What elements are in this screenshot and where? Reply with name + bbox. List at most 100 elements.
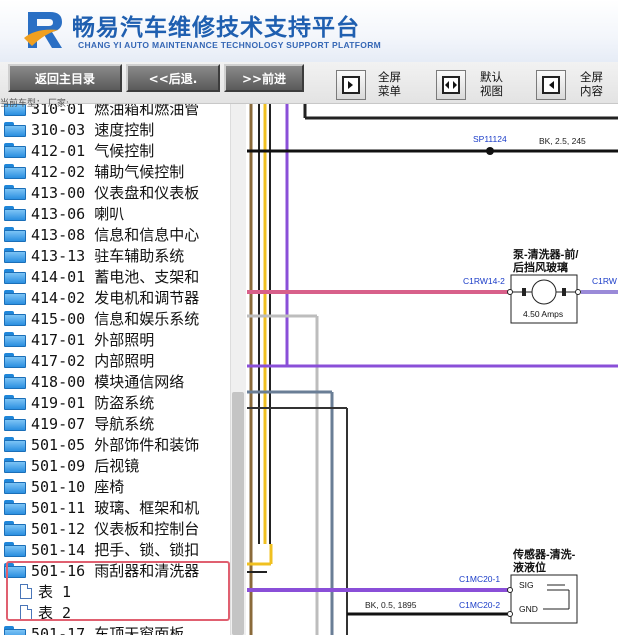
- folder-icon: [4, 626, 26, 635]
- tree-item[interactable]: 417-02 内部照明: [4, 350, 154, 371]
- sensor-title-line2: 液液位: [513, 560, 546, 574]
- folder-icon: [4, 416, 26, 431]
- sensor-sig-label: SIG: [519, 580, 534, 590]
- folder-icon: [4, 500, 26, 515]
- folder-icon: [4, 227, 26, 242]
- folder-icon: [4, 164, 26, 179]
- header-banner: 畅易汽车维修技术支持平台 CHANG YI AUTO MAINTENANCE T…: [0, 0, 618, 62]
- folder-icon: [4, 206, 26, 221]
- folder-icon: [4, 374, 26, 389]
- tree-item-label: 418-00 模块通信网络: [31, 373, 185, 391]
- folder-icon: [4, 458, 26, 473]
- folder-icon: [4, 563, 26, 578]
- tree-item-label: 501-11 玻璃、框架和机: [31, 499, 200, 517]
- sensor-connector-bottom: C1MC20-2: [459, 600, 500, 610]
- tree-item-label: 501-16 雨刮器和清洗器: [31, 562, 200, 580]
- tree-item-label: 501-10 座椅: [31, 478, 125, 496]
- folder-icon: [4, 248, 26, 263]
- fullscreen-content-button[interactable]: [536, 70, 566, 100]
- fullscreen-menu-label[interactable]: 全屏 菜单: [378, 70, 401, 98]
- tree-item[interactable]: 418-00 模块通信网络: [4, 371, 184, 392]
- tree-item[interactable]: 414-01 蓄电池、支架和: [4, 266, 199, 287]
- tree-item[interactable]: 413-00 仪表盘和仪表板: [4, 182, 199, 203]
- default-view-label[interactable]: 默认 视图: [480, 70, 503, 98]
- tree-item[interactable]: 419-01 防盗系统: [4, 392, 154, 413]
- tree-item[interactable]: 417-01 外部照明: [4, 329, 154, 350]
- sensor-title-line1: 传感器-清洗-: [512, 547, 576, 561]
- folder-icon: [4, 521, 26, 536]
- logo-icon: [24, 12, 62, 48]
- tree-item-label: 412-01 气候控制: [31, 142, 155, 160]
- sidebar-tree: 310-01 燃油箱和燃油管 310-03 速度控制 412-01 气候控制 412-…: [0, 104, 246, 635]
- tree-item[interactable]: 310-03 速度控制: [4, 119, 154, 140]
- pump-title-line1: 泵-清洗器-前/: [513, 247, 578, 261]
- splice-label: SP11124: [473, 134, 507, 144]
- back-button[interactable]: <<后退.: [126, 64, 220, 92]
- pump-title-line2: 后挡风玻璃: [513, 260, 568, 274]
- sensor-gnd-label: GND: [519, 604, 538, 614]
- tree-item[interactable]: 501-14 把手、锁、锁扣: [4, 539, 199, 560]
- folder-icon: [4, 269, 26, 284]
- tree-child-label: 表 2: [38, 603, 72, 622]
- wiring-diagram: SP11124 BK, 2.5, 245 泵-清洗器-前/ 后挡风玻璃 4.50…: [247, 104, 618, 635]
- default-view-icon: [442, 76, 460, 94]
- folder-icon: [4, 353, 26, 368]
- pump-connector-right: C1RW: [592, 276, 617, 286]
- folder-icon: [4, 185, 26, 200]
- folder-icon: [4, 479, 26, 494]
- tree-item-label: 413-08 信息和信息中心: [31, 226, 200, 244]
- brand-title: 畅易汽车维修技术支持平台: [72, 15, 360, 41]
- tree-item[interactable]: 501-09 后视镜: [4, 455, 139, 476]
- fullscreen-menu-icon: [342, 76, 360, 94]
- tree-item-label: 417-01 外部照明: [31, 331, 155, 349]
- default-view-button[interactable]: [436, 70, 466, 100]
- toolbar: 返回主目录 <<后退. >>前进 全屏 菜单 默认 视图 全屏 内容: [0, 62, 618, 104]
- brand-subtitle: CHANG YI AUTO MAINTENANCE TECHNOLOGY SUP…: [78, 40, 382, 50]
- tree-item[interactable]: 501-12 仪表板和控制台: [4, 518, 199, 539]
- top-wire-spec: BK, 2.5, 245: [539, 136, 586, 146]
- folder-icon: [4, 143, 26, 158]
- fullscreen-content-icon: [542, 76, 560, 94]
- tree-item[interactable]: 501-11 玻璃、框架和机: [4, 497, 199, 518]
- tree-child-item[interactable]: 表 1: [20, 581, 71, 601]
- tree-item[interactable]: 501-17 车顶天窗面板: [4, 623, 184, 635]
- tree-item[interactable]: 413-06 喇叭: [4, 203, 124, 224]
- sidebar-scroll-thumb[interactable]: [232, 392, 244, 635]
- forward-button[interactable]: >>前进: [224, 64, 304, 92]
- tree-item-label: 412-02 辅助气候控制: [31, 163, 185, 181]
- folder-icon: [4, 395, 26, 410]
- sensor-connector-top: C1MC20-1: [459, 574, 500, 584]
- bottom-wire-spec: BK, 0.5, 1895: [365, 600, 417, 610]
- tree-item-label: 419-01 防盗系统: [31, 394, 155, 412]
- tree-item[interactable]: 412-02 辅助气候控制: [4, 161, 184, 182]
- fullscreen-content-label[interactable]: 全屏 内容: [580, 70, 603, 98]
- tree-item-label: 501-12 仪表板和控制台: [31, 520, 200, 538]
- tree-item[interactable]: 412-01 气候控制: [4, 140, 154, 161]
- tree-item-label: 310-03 速度控制: [31, 121, 155, 139]
- tree-child-item[interactable]: 表 2: [20, 602, 71, 622]
- tree-item-label: 413-06 喇叭: [31, 205, 125, 223]
- tree-item[interactable]: 414-02 发电机和调节器: [4, 287, 199, 308]
- tree-child-label: 表 1: [38, 582, 72, 601]
- tree-item[interactable]: 419-07 导航系统: [4, 413, 154, 434]
- tree-item-label: 414-02 发电机和调节器: [31, 289, 200, 307]
- tree-item[interactable]: 415-00 信息和娱乐系统: [4, 308, 199, 329]
- pump-connector-left: C1RW14-2: [463, 276, 505, 286]
- document-icon: [20, 604, 32, 620]
- tree-item-label: 413-13 驻车辅助系统: [31, 247, 185, 265]
- tree-item[interactable]: 501-05 外部饰件和装饰: [4, 434, 199, 455]
- tree-item[interactable]: 413-08 信息和信息中心: [4, 224, 199, 245]
- wiring-diagram-svg: SP11124 BK, 2.5, 245 泵-清洗器-前/ 后挡风玻璃 4.50…: [247, 104, 618, 635]
- tree-item-label: 413-00 仪表盘和仪表板: [31, 184, 200, 202]
- fullscreen-menu-button[interactable]: [336, 70, 366, 100]
- tree-item-label: 417-02 内部照明: [31, 352, 155, 370]
- tree-item[interactable]: 501-10 座椅: [4, 476, 124, 497]
- back-to-main-button[interactable]: 返回主目录: [8, 64, 122, 92]
- tree-item-label: 501-17 车顶天窗面板: [31, 625, 185, 635]
- tree-item[interactable]: 501-16 雨刮器和清洗器: [4, 560, 199, 581]
- tree-item[interactable]: 413-13 驻车辅助系统: [4, 245, 184, 266]
- tree-item-label: 501-14 把手、锁、锁扣: [31, 541, 200, 559]
- tree-item-label: 414-01 蓄电池、支架和: [31, 268, 200, 286]
- pump-amps: 4.50 Amps: [523, 309, 563, 319]
- folder-icon: [4, 122, 26, 137]
